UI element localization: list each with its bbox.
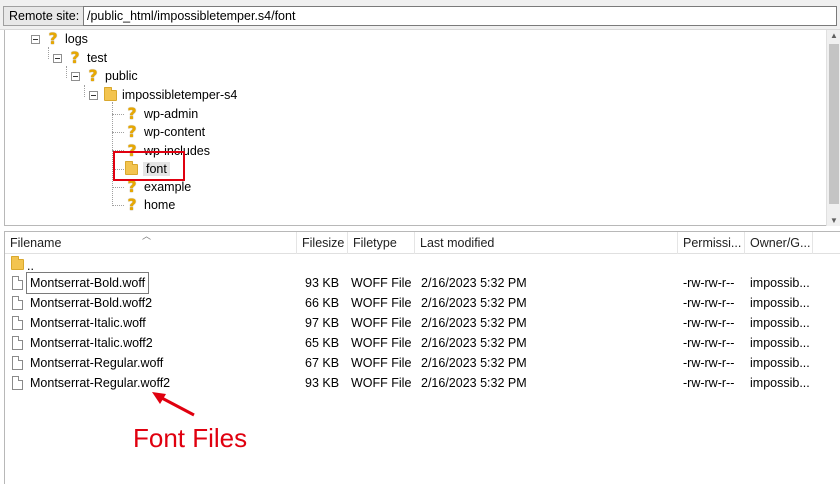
file-permissions: -rw-rw-r--: [683, 376, 735, 390]
file-name: Montserrat-Regular.woff: [30, 356, 164, 370]
file-icon: [12, 356, 23, 370]
file-row[interactable]: Montserrat-Regular.woff2 93 KB WOFF File…: [5, 373, 840, 393]
column-last-modified[interactable]: Last modified: [415, 232, 678, 254]
collapse-icon[interactable]: [53, 53, 62, 63]
file-owner: impossib...: [750, 356, 810, 370]
tree-node-wp-admin[interactable]: ? wp-admin: [125, 105, 198, 123]
tree-node-logs[interactable]: ? logs: [31, 30, 88, 48]
column-filetype[interactable]: Filetype: [348, 232, 415, 254]
file-icon: [12, 276, 23, 290]
file-owner: impossib...: [750, 296, 810, 310]
tree-node-public[interactable]: ? public: [71, 67, 138, 85]
file-row[interactable]: Montserrat-Bold.woff2 66 KB WOFF File 2/…: [5, 293, 840, 313]
file-size: 93 KB: [305, 276, 340, 290]
font-folder-highlight: [113, 151, 185, 181]
file-icon: [12, 296, 23, 310]
remote-path-input[interactable]: /public_html/impossibletemper.s4/font: [83, 6, 837, 26]
tree-node-home[interactable]: ? home: [125, 196, 175, 214]
file-type: WOFF File: [351, 376, 412, 390]
file-row[interactable]: Montserrat-Bold.woff 93 KB WOFF File 2/1…: [5, 272, 840, 294]
question-folder-icon: ?: [127, 177, 137, 196]
file-icon: [12, 336, 23, 350]
file-name: Montserrat-Italic.woff2: [30, 336, 153, 350]
file-size: 65 KB: [305, 336, 340, 350]
file-owner: impossib...: [750, 276, 810, 290]
file-icon: [12, 316, 23, 330]
column-permissions[interactable]: Permissi...: [678, 232, 745, 254]
file-size: 67 KB: [305, 356, 340, 370]
font-files-annotation: Font Files: [133, 423, 248, 453]
collapse-icon[interactable]: [71, 71, 80, 81]
collapse-icon[interactable]: [31, 34, 40, 44]
file-modified: 2/16/2023 5:32 PM: [421, 296, 527, 310]
question-folder-icon: ?: [127, 104, 137, 123]
file-modified: 2/16/2023 5:32 PM: [421, 356, 527, 370]
file-list-header: ︿ Filename Filesize Filetype Last modifi…: [5, 231, 840, 254]
tree-node-label: test: [87, 51, 108, 65]
tree-node-wp-content[interactable]: ? wp-content: [125, 123, 205, 141]
scrollbar-thumb[interactable]: [829, 44, 839, 204]
tree-node-test[interactable]: ? test: [53, 49, 107, 67]
file-name: Montserrat-Bold.woff2: [30, 296, 153, 310]
tree-scrollbar[interactable]: ▲ ▼: [826, 30, 840, 226]
tree-node-impossibletemper-s4[interactable]: impossibletemper-s4: [89, 86, 237, 104]
question-folder-icon: ?: [127, 122, 137, 141]
file-permissions: -rw-rw-r--: [683, 296, 735, 310]
file-modified: 2/16/2023 5:32 PM: [421, 376, 527, 390]
file-icon: [12, 376, 23, 390]
file-size: 66 KB: [305, 296, 340, 310]
remote-directory-tree[interactable]: ? logs ? test ? public impossibletemper-…: [4, 30, 840, 226]
remote-site-label: Remote site:: [3, 6, 86, 26]
tree-node-label: wp-admin: [144, 107, 199, 121]
file-row[interactable]: Montserrat-Italic.woff2 65 KB WOFF File …: [5, 333, 840, 353]
file-owner: impossib...: [750, 336, 810, 350]
collapse-icon[interactable]: [89, 90, 98, 100]
column-filesize[interactable]: Filesize: [297, 232, 348, 254]
tree-node-label: home: [144, 198, 176, 212]
question-folder-icon: ?: [127, 195, 137, 214]
file-permissions: -rw-rw-r--: [683, 356, 735, 370]
tree-node-label: impossibletemper-s4: [122, 88, 238, 102]
file-permissions: -rw-rw-r--: [683, 316, 735, 330]
file-size: 93 KB: [305, 376, 340, 390]
file-modified: 2/16/2023 5:32 PM: [421, 276, 527, 290]
question-folder-icon: ?: [48, 29, 58, 48]
tree-node-label: wp-content: [144, 125, 206, 139]
remote-site-bar: Remote site: /public_html/impossibletemp…: [0, 0, 840, 30]
file-row[interactable]: Montserrat-Italic.woff 97 KB WOFF File 2…: [5, 313, 840, 333]
file-name: Montserrat-Italic.woff: [30, 316, 146, 330]
remote-file-list[interactable]: ︿ Filename Filesize Filetype Last modifi…: [4, 231, 840, 484]
file-permissions: -rw-rw-r--: [683, 336, 735, 350]
file-modified: 2/16/2023 5:32 PM: [421, 316, 527, 330]
file-type: WOFF File: [351, 336, 412, 350]
file-type: WOFF File: [351, 316, 412, 330]
tree-node-label: logs: [65, 32, 88, 46]
file-type: WOFF File: [351, 296, 412, 310]
file-owner: impossib...: [750, 376, 810, 390]
annotation-arrow-icon: [152, 392, 195, 417]
file-type: WOFF File: [351, 356, 412, 370]
question-folder-icon: ?: [70, 48, 80, 67]
question-folder-icon: ?: [88, 66, 98, 85]
file-permissions: -rw-rw-r--: [683, 276, 735, 290]
scroll-down-icon[interactable]: ▼: [830, 216, 838, 225]
tree-node-label: public: [105, 69, 138, 83]
scroll-up-icon[interactable]: ▲: [830, 31, 838, 40]
file-type: WOFF File: [351, 276, 412, 290]
file-owner: impossib...: [750, 316, 810, 330]
file-size: 97 KB: [305, 316, 340, 330]
folder-icon: [104, 86, 117, 101]
file-name: Montserrat-Bold.woff: [25, 272, 150, 294]
file-row[interactable]: Montserrat-Regular.woff 67 KB WOFF File …: [5, 353, 840, 373]
column-owner[interactable]: Owner/G...: [745, 232, 813, 254]
parent-directory-row[interactable]: ..: [5, 254, 840, 274]
column-filename[interactable]: Filename: [5, 232, 297, 254]
tree-node-label: example: [144, 180, 192, 194]
file-modified: 2/16/2023 5:32 PM: [421, 336, 527, 350]
folder-icon: [11, 256, 24, 270]
